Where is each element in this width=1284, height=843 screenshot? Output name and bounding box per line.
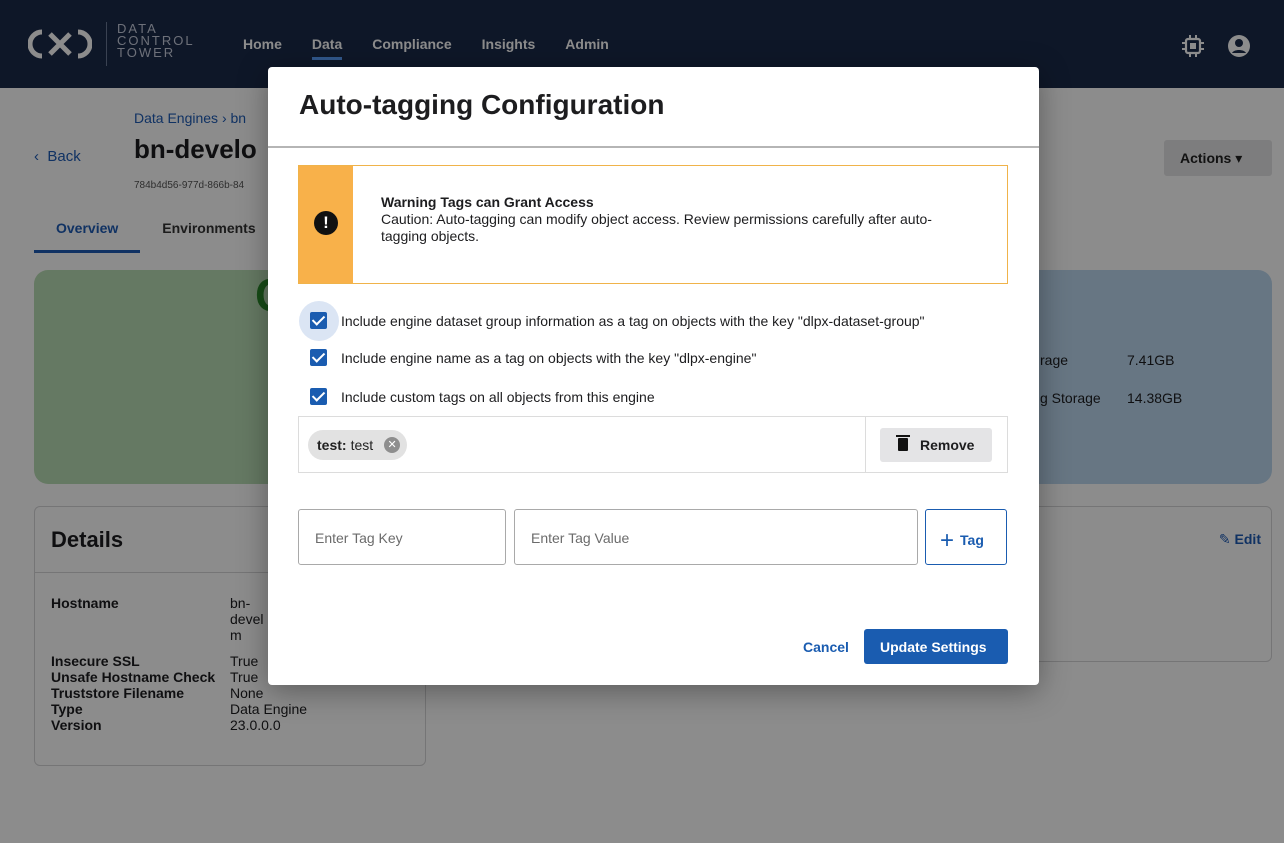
dialog-title: Auto-tagging Configuration: [299, 89, 665, 120]
trash-icon: [896, 435, 910, 451]
warning-title: Warning Tags can Grant Access: [381, 194, 594, 210]
cancel-button[interactable]: Cancel: [803, 639, 849, 655]
tag-key: test:: [317, 437, 347, 453]
auto-tagging-dialog: Auto-tagging Configuration ! Warning Tag…: [268, 67, 1039, 685]
checkbox-label: Include engine name as a tag on objects …: [341, 349, 757, 366]
checkbox-checked-icon[interactable]: [310, 349, 327, 366]
warning-stripe: !: [299, 166, 353, 283]
checkbox-custom-tags[interactable]: Include custom tags on all objects from …: [310, 388, 655, 405]
warning-banner: ! Warning Tags can Grant Access Caution:…: [298, 165, 1008, 284]
checkbox-checked-icon[interactable]: [310, 388, 327, 405]
tag-value: test: [350, 437, 374, 453]
dialog-divider: [268, 146, 1039, 148]
tag-row-divider: [865, 417, 866, 472]
remove-chip-icon[interactable]: ✕: [384, 437, 401, 453]
checkbox-checked-icon[interactable]: [310, 312, 327, 329]
warning-text: Caution: Auto-tagging can modify object …: [381, 211, 932, 244]
custom-tags-list: test: test ✕ Remove: [298, 416, 1008, 473]
update-settings-button[interactable]: Update Settings: [864, 629, 1008, 664]
tag-chip[interactable]: test: test ✕: [308, 430, 408, 460]
exclamation-icon: !: [314, 211, 338, 235]
checkbox-engine-name[interactable]: Include engine name as a tag on objects …: [310, 349, 756, 366]
remove-tag-button[interactable]: Remove: [880, 428, 992, 462]
tag-key-input[interactable]: Enter Tag Key: [298, 509, 506, 565]
remove-label: Remove: [920, 437, 975, 453]
checkbox-label: Include custom tags on all objects from …: [341, 388, 655, 405]
plus-icon: +: [940, 527, 955, 554]
add-tag-button[interactable]: + Tag: [925, 509, 1007, 565]
warning-body: Warning Tags can Grant Access Caution: A…: [353, 166, 971, 283]
checkbox-label: Include engine dataset group information…: [341, 312, 925, 329]
checkbox-dataset-group[interactable]: Include engine dataset group information…: [310, 312, 925, 329]
add-tag-label: Tag: [960, 532, 984, 548]
tag-value-input[interactable]: Enter Tag Value: [514, 509, 918, 565]
